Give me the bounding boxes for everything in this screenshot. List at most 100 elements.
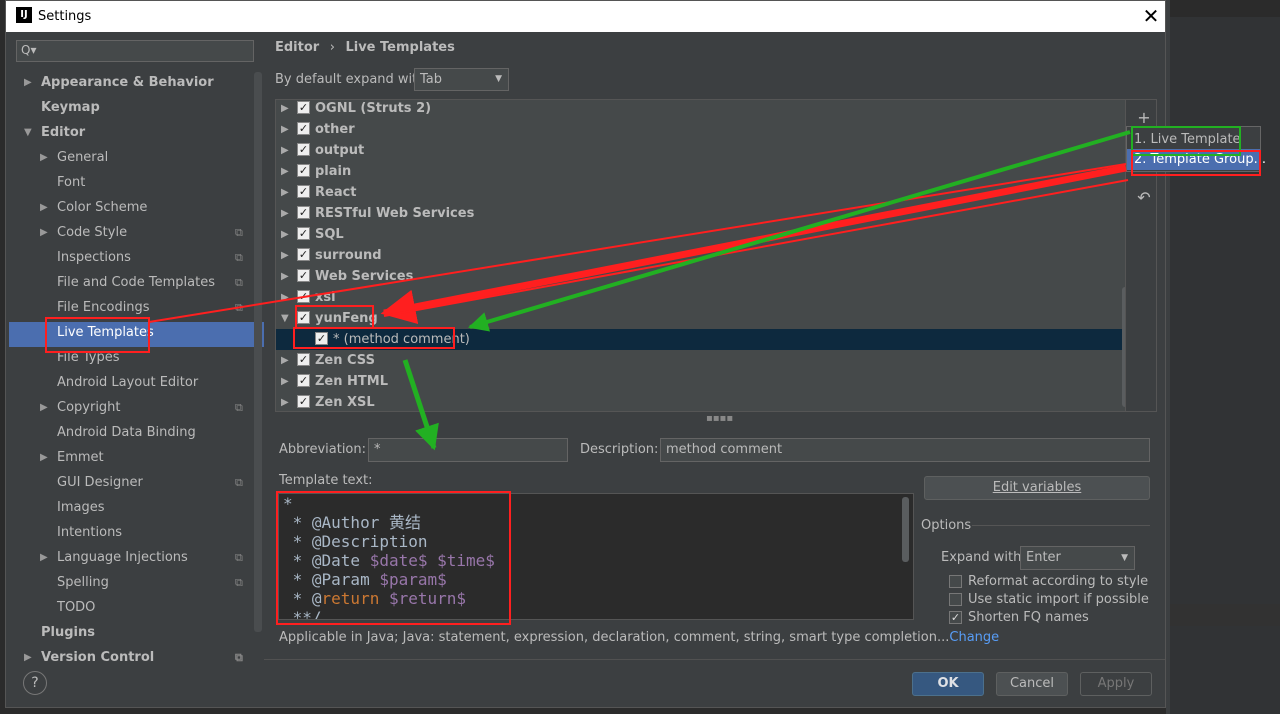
sidebar-item[interactable]: ▶ Language Injections ⧉ [6, 545, 264, 570]
expand-with-select[interactable]: Enter ▼ [1020, 546, 1135, 570]
chevron-right-icon[interactable]: ▶ [281, 350, 289, 371]
template-group-row[interactable]: ▼ ✓ yunFeng [276, 308, 1125, 329]
chevron-right-icon[interactable]: ▶ [40, 545, 48, 570]
chevron-right-icon[interactable]: ▶ [40, 445, 48, 470]
template-group-row[interactable]: ▶ ✓ Web Services [276, 266, 1125, 287]
chevron-right-icon[interactable]: ▶ [281, 224, 289, 245]
sidebar-item[interactable]: ▶ Version Control ⧉ [6, 645, 264, 670]
close-icon[interactable]: ✕ [1140, 5, 1162, 27]
sidebar-item[interactable]: Live Templates [6, 320, 264, 345]
chevron-right-icon[interactable]: ▶ [281, 100, 289, 119]
chevron-right-icon[interactable]: ▶ [281, 140, 289, 161]
sidebar-item[interactable]: Spelling ⧉ [6, 570, 264, 595]
sidebar-item[interactable]: Android Layout Editor [6, 370, 264, 395]
apply-button[interactable]: Apply [1080, 672, 1152, 696]
sidebar-item[interactable]: File Types [6, 345, 264, 370]
change-link[interactable]: Change [949, 630, 999, 645]
checkbox[interactable]: ✓ [297, 164, 310, 177]
sidebar-item[interactable]: ▶ Emmet [6, 445, 264, 470]
chevron-right-icon[interactable]: ▶ [40, 220, 48, 245]
sidebar-item[interactable]: Android Data Binding [6, 420, 264, 445]
template-row[interactable]: ✓ * (method comment) [276, 329, 1125, 350]
sidebar-item[interactable]: Keymap [6, 95, 264, 120]
sidebar-item[interactable]: Font [6, 170, 264, 195]
checkbox[interactable]: ✓ [297, 374, 310, 387]
undo-icon[interactable]: ↶ [1131, 187, 1157, 209]
expand-default-select[interactable]: Tab ▼ [414, 68, 509, 91]
chevron-right-icon[interactable]: ▶ [40, 195, 48, 220]
ok-button[interactable]: OK [912, 672, 984, 696]
scrollbar[interactable] [902, 497, 909, 562]
checkbox[interactable]: ✓ [297, 122, 310, 135]
static-import-checkbox[interactable] [949, 593, 962, 606]
chevron-right-icon[interactable]: ▶ [281, 287, 289, 308]
sidebar-item[interactable]: GUI Designer ⧉ [6, 470, 264, 495]
sidebar-item-label: File and Code Templates [57, 275, 215, 290]
template-group-row[interactable]: ▶ ✓ plain [276, 161, 1125, 182]
chevron-right-icon[interactable]: ▶ [281, 245, 289, 266]
chevron-right-icon[interactable]: ▶ [281, 203, 289, 224]
sidebar-item[interactable]: TODO [6, 595, 264, 620]
checkbox[interactable]: ✓ [297, 353, 310, 366]
sidebar-item[interactable]: ▶ Color Scheme [6, 195, 264, 220]
checkbox[interactable]: ✓ [297, 101, 310, 114]
edit-variables-button[interactable]: Edit variables [924, 476, 1150, 500]
checkbox[interactable]: ✓ [297, 290, 310, 303]
chevron-right-icon[interactable]: ▶ [281, 161, 289, 182]
chevron-down-icon[interactable]: ▼ [24, 120, 32, 145]
template-group-row[interactable]: ▶ ✓ OGNL (Struts 2) [276, 100, 1125, 119]
chevron-right-icon[interactable]: ▶ [40, 145, 48, 170]
description-field[interactable]: method comment [660, 438, 1150, 462]
cancel-button[interactable]: Cancel [996, 672, 1068, 696]
template-group-row[interactable]: ▶ ✓ Zen CSS [276, 350, 1125, 371]
template-group-row[interactable]: ▶ ✓ SQL [276, 224, 1125, 245]
chevron-right-icon[interactable]: ▶ [281, 371, 289, 392]
checkbox[interactable]: ✓ [297, 227, 310, 240]
sidebar-item[interactable]: ▼ Editor [6, 120, 264, 145]
sidebar-item[interactable]: File and Code Templates ⧉ [6, 270, 264, 295]
checkbox[interactable]: ✓ [315, 332, 328, 345]
checkbox[interactable]: ✓ [297, 185, 310, 198]
sidebar-item[interactable]: Inspections ⧉ [6, 245, 264, 270]
sidebar-item[interactable]: Images [6, 495, 264, 520]
chevron-right-icon[interactable]: ▶ [281, 392, 289, 411]
template-group-row[interactable]: ▶ ✓ output [276, 140, 1125, 161]
sidebar-item[interactable]: Plugins [6, 620, 264, 645]
checkbox[interactable]: ✓ [297, 269, 310, 282]
template-group-row[interactable]: ▶ ✓ other [276, 119, 1125, 140]
sidebar-item[interactable]: ▶ General [6, 145, 264, 170]
menu-item-live-template[interactable]: 1. Live Template [1127, 129, 1260, 150]
template-group-row[interactable]: ▶ ✓ Zen XSL [276, 392, 1125, 411]
abbreviation-field[interactable]: * [368, 438, 568, 462]
chevron-right-icon[interactable]: ▶ [40, 395, 48, 420]
chevron-right-icon[interactable]: ▶ [281, 266, 289, 287]
template-text-editor[interactable]: * * @Author 黄结 * @Description * @Date $d… [278, 493, 914, 620]
template-group-row[interactable]: ▶ ✓ React [276, 182, 1125, 203]
template-group-row[interactable]: ▶ ✓ xsl [276, 287, 1125, 308]
template-group-row[interactable]: ▶ ✓ surround [276, 245, 1125, 266]
chevron-right-icon[interactable]: ▶ [24, 645, 32, 670]
template-group-row[interactable]: ▶ ✓ RESTful Web Services [276, 203, 1125, 224]
chevron-down-icon[interactable]: ▼ [281, 308, 289, 329]
sidebar-item[interactable]: File Encodings ⧉ [6, 295, 264, 320]
template-group-row[interactable]: ▶ ✓ Zen HTML [276, 371, 1125, 392]
chevron-right-icon[interactable]: ▶ [281, 119, 289, 140]
sidebar-item[interactable]: Intentions [6, 520, 264, 545]
reformat-checkbox[interactable] [949, 575, 962, 588]
search-input[interactable]: Q▾ [16, 40, 254, 62]
chevron-right-icon[interactable]: ▶ [24, 70, 32, 95]
checkbox[interactable]: ✓ [297, 143, 310, 156]
splitter-handle[interactable]: ▪▪▪▪ [706, 413, 733, 424]
breadcrumb-parent[interactable]: Editor [275, 40, 319, 55]
help-button[interactable]: ? [23, 671, 47, 695]
sidebar-item[interactable]: ▶ Code Style ⧉ [6, 220, 264, 245]
sidebar-item[interactable]: ▶ Copyright ⧉ [6, 395, 264, 420]
menu-item-template-group[interactable]: 2. Template Group... [1127, 149, 1266, 170]
shorten-fq-checkbox[interactable]: ✓ [949, 611, 962, 624]
checkbox[interactable]: ✓ [297, 248, 310, 261]
checkbox[interactable]: ✓ [297, 395, 310, 408]
sidebar-item[interactable]: ▶ Appearance & Behavior [6, 70, 264, 95]
chevron-right-icon[interactable]: ▶ [281, 182, 289, 203]
checkbox[interactable]: ✓ [297, 311, 310, 324]
checkbox[interactable]: ✓ [297, 206, 310, 219]
